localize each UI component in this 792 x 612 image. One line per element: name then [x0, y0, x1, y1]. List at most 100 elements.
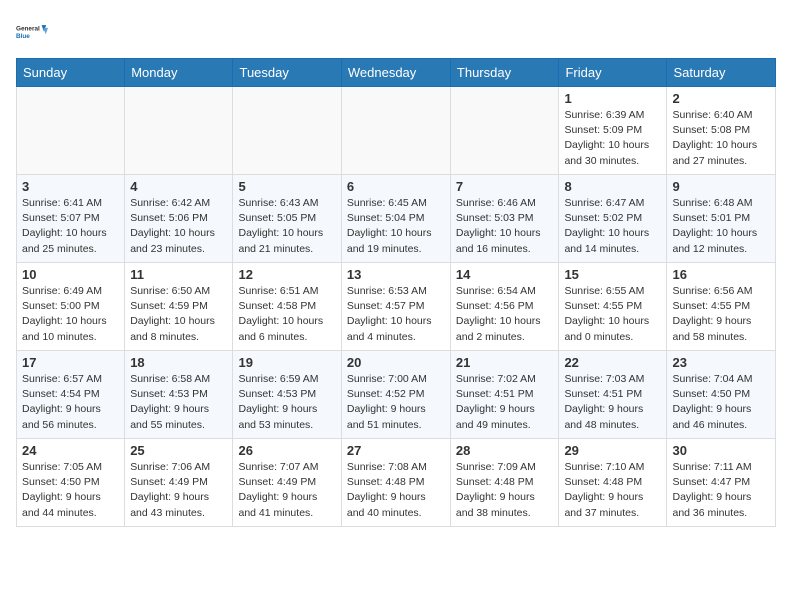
calendar-cell: 10Sunrise: 6:49 AM Sunset: 5:00 PM Dayli… [17, 263, 125, 351]
day-info: Sunrise: 7:03 AM Sunset: 4:51 PM Dayligh… [564, 372, 661, 433]
day-number: 11 [130, 267, 227, 282]
calendar-week-row: 24 Sunrise: 7:05 AM Sunset: 4:50 PM Dayli… [17, 439, 776, 527]
calendar-week-row: 3 Sunrise: 6:41 AM Sunset: 5:07 PM Daylig… [17, 175, 776, 263]
day-info: Sunrise: 6:56 AM Sunset: 4:55 PM Dayligh… [672, 284, 770, 345]
day-number: 9 [672, 179, 770, 194]
calendar-cell: 22 Sunrise: 7:03 AM Sunset: 4:51 PM Dayli… [559, 351, 667, 439]
day-number: 28 [456, 443, 554, 458]
calendar-week-row: 1 Sunrise: 6:39 AM Sunset: 5:09 PM Daylig… [17, 87, 776, 175]
calendar-week-row: 17 Sunrise: 6:57 AM Sunset: 4:54 PM Dayli… [17, 351, 776, 439]
day-info: Sunrise: 6:46 AM Sunset: 5:03 PM Dayligh… [456, 196, 554, 257]
day-info: Sunrise: 7:02 AM Sunset: 4:51 PM Dayligh… [456, 372, 554, 433]
day-info: Sunrise: 6:47 AM Sunset: 5:02 PM Dayligh… [564, 196, 661, 257]
day-info: Sunrise: 6:45 AM Sunset: 5:04 PM Dayligh… [347, 196, 445, 257]
day-number: 26 [238, 443, 335, 458]
calendar-cell: 13Sunrise: 6:53 AM Sunset: 4:57 PM Dayli… [341, 263, 450, 351]
day-number: 18 [130, 355, 227, 370]
day-number: 14 [456, 267, 554, 282]
day-number: 2 [672, 91, 770, 106]
day-info: Sunrise: 6:41 AM Sunset: 5:07 PM Dayligh… [22, 196, 119, 257]
calendar-cell: 24 Sunrise: 7:05 AM Sunset: 4:50 PM Dayli… [17, 439, 125, 527]
day-info: Sunrise: 6:59 AM Sunset: 4:53 PM Dayligh… [238, 372, 335, 433]
day-info: Sunrise: 7:04 AM Sunset: 4:50 PM Dayligh… [672, 372, 770, 433]
day-number: 22 [564, 355, 661, 370]
day-number: 27 [347, 443, 445, 458]
col-header-saturday: Saturday [667, 59, 776, 87]
day-info: Sunrise: 6:53 AM Sunset: 4:57 PM Dayligh… [347, 284, 445, 345]
day-info: Sunrise: 6:39 AM Sunset: 5:09 PM Dayligh… [564, 108, 661, 169]
col-header-thursday: Thursday [450, 59, 559, 87]
day-info: Sunrise: 7:07 AM Sunset: 4:49 PM Dayligh… [238, 460, 335, 521]
calendar-cell: 16 Sunrise: 6:56 AM Sunset: 4:55 PM Dayli… [667, 263, 776, 351]
calendar-cell: 30 Sunrise: 7:11 AM Sunset: 4:47 PM Dayli… [667, 439, 776, 527]
calendar-cell [233, 87, 341, 175]
calendar-cell [341, 87, 450, 175]
day-number: 25 [130, 443, 227, 458]
day-number: 1 [564, 91, 661, 106]
day-number: 20 [347, 355, 445, 370]
day-info: Sunrise: 7:10 AM Sunset: 4:48 PM Dayligh… [564, 460, 661, 521]
calendar-cell: 1 Sunrise: 6:39 AM Sunset: 5:09 PM Daylig… [559, 87, 667, 175]
calendar-cell: 19 Sunrise: 6:59 AM Sunset: 4:53 PM Dayli… [233, 351, 341, 439]
day-info: Sunrise: 7:06 AM Sunset: 4:49 PM Dayligh… [130, 460, 227, 521]
calendar-cell: 26 Sunrise: 7:07 AM Sunset: 4:49 PM Dayli… [233, 439, 341, 527]
day-number: 12 [238, 267, 335, 282]
calendar-cell: 9 Sunrise: 6:48 AM Sunset: 5:01 PM Daylig… [667, 175, 776, 263]
day-number: 4 [130, 179, 227, 194]
day-number: 8 [564, 179, 661, 194]
day-number: 6 [347, 179, 445, 194]
day-number: 19 [238, 355, 335, 370]
calendar-cell: 20 Sunrise: 7:00 AM Sunset: 4:52 PM Dayli… [341, 351, 450, 439]
calendar-cell [450, 87, 559, 175]
calendar-week-row: 10Sunrise: 6:49 AM Sunset: 5:00 PM Dayli… [17, 263, 776, 351]
col-header-tuesday: Tuesday [233, 59, 341, 87]
day-number: 10 [22, 267, 119, 282]
day-number: 24 [22, 443, 119, 458]
day-info: Sunrise: 7:05 AM Sunset: 4:50 PM Dayligh… [22, 460, 119, 521]
day-number: 21 [456, 355, 554, 370]
calendar-cell: 6 Sunrise: 6:45 AM Sunset: 5:04 PM Daylig… [341, 175, 450, 263]
day-number: 30 [672, 443, 770, 458]
day-info: Sunrise: 6:58 AM Sunset: 4:53 PM Dayligh… [130, 372, 227, 433]
day-number: 5 [238, 179, 335, 194]
calendar-cell: 11 Sunrise: 6:50 AM Sunset: 4:59 PM Dayli… [125, 263, 233, 351]
calendar-cell [125, 87, 233, 175]
calendar-table: SundayMondayTuesdayWednesdayThursdayFrid… [16, 58, 776, 527]
day-info: Sunrise: 6:54 AM Sunset: 4:56 PM Dayligh… [456, 284, 554, 345]
calendar-cell: 21 Sunrise: 7:02 AM Sunset: 4:51 PM Dayli… [450, 351, 559, 439]
day-number: 16 [672, 267, 770, 282]
day-info: Sunrise: 6:57 AM Sunset: 4:54 PM Dayligh… [22, 372, 119, 433]
calendar-cell: 15 Sunrise: 6:55 AM Sunset: 4:55 PM Dayli… [559, 263, 667, 351]
day-number: 23 [672, 355, 770, 370]
calendar-cell: 4Sunrise: 6:42 AM Sunset: 5:06 PM Daylig… [125, 175, 233, 263]
day-number: 15 [564, 267, 661, 282]
col-header-sunday: Sunday [17, 59, 125, 87]
calendar-cell: 18 Sunrise: 6:58 AM Sunset: 4:53 PM Dayli… [125, 351, 233, 439]
calendar-cell: 3 Sunrise: 6:41 AM Sunset: 5:07 PM Daylig… [17, 175, 125, 263]
page-header: GeneralBlue [16, 16, 776, 48]
calendar-cell: 14 Sunrise: 6:54 AM Sunset: 4:56 PM Dayli… [450, 263, 559, 351]
day-info: Sunrise: 7:09 AM Sunset: 4:48 PM Dayligh… [456, 460, 554, 521]
svg-text:General: General [16, 26, 40, 33]
day-number: 7 [456, 179, 554, 194]
calendar-cell: 5Sunrise: 6:43 AM Sunset: 5:05 PM Daylig… [233, 175, 341, 263]
col-header-friday: Friday [559, 59, 667, 87]
calendar-cell [17, 87, 125, 175]
day-number: 17 [22, 355, 119, 370]
calendar-cell: 2Sunrise: 6:40 AM Sunset: 5:08 PM Daylig… [667, 87, 776, 175]
calendar-cell: 8 Sunrise: 6:47 AM Sunset: 5:02 PM Daylig… [559, 175, 667, 263]
calendar-cell: 29Sunrise: 7:10 AM Sunset: 4:48 PM Dayli… [559, 439, 667, 527]
day-number: 3 [22, 179, 119, 194]
logo-icon: GeneralBlue [16, 16, 48, 48]
day-info: Sunrise: 7:00 AM Sunset: 4:52 PM Dayligh… [347, 372, 445, 433]
col-header-monday: Monday [125, 59, 233, 87]
day-info: Sunrise: 6:50 AM Sunset: 4:59 PM Dayligh… [130, 284, 227, 345]
calendar-cell: 17 Sunrise: 6:57 AM Sunset: 4:54 PM Dayli… [17, 351, 125, 439]
col-header-wednesday: Wednesday [341, 59, 450, 87]
day-info: Sunrise: 6:48 AM Sunset: 5:01 PM Dayligh… [672, 196, 770, 257]
day-info: Sunrise: 7:11 AM Sunset: 4:47 PM Dayligh… [672, 460, 770, 521]
calendar-cell: 7 Sunrise: 6:46 AM Sunset: 5:03 PM Daylig… [450, 175, 559, 263]
calendar-cell: 12Sunrise: 6:51 AM Sunset: 4:58 PM Dayli… [233, 263, 341, 351]
calendar-cell: 23 Sunrise: 7:04 AM Sunset: 4:50 PM Dayli… [667, 351, 776, 439]
day-info: Sunrise: 6:55 AM Sunset: 4:55 PM Dayligh… [564, 284, 661, 345]
